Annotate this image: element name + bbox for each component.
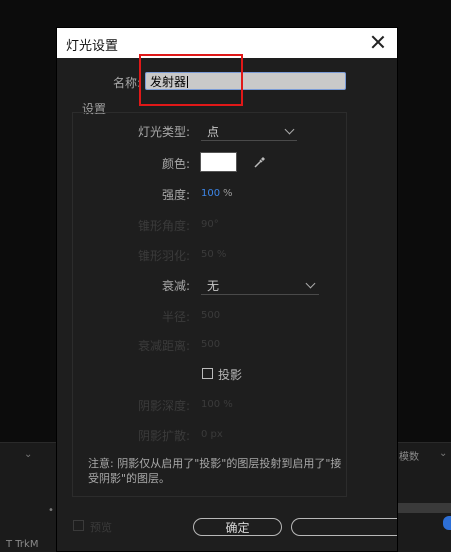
intensity-value[interactable]: 100 [201,188,220,199]
color-label: 颜色: [161,157,190,171]
light-settings-dialog: 灯光设置 名称: 发射器 设置 灯光类型: 点 颜色: 强度: 100 % 锥形… [57,28,397,551]
light-type-underline [201,140,297,141]
dialog-title: 灯光设置 [66,39,119,54]
text-caret [187,76,189,88]
background-bar [397,503,451,513]
name-input[interactable]: 发射器 [145,72,346,90]
preview-label[interactable]: 预览 [90,519,112,535]
intensity-unit: % [223,188,233,199]
shadow-darkness-value: 100 % [201,399,233,410]
falloff-underline [201,294,319,295]
shadow-diffusion-label: 阴影扩散: [137,429,190,443]
dot-icon: • [48,505,54,516]
preview-checkbox[interactable] [73,520,84,531]
cone-angle-label: 锥形角度: [137,219,190,233]
cone-feather-value: 50 % [201,249,227,260]
background-panel-right: 模数 ⌄ [397,442,451,552]
intensity-label: 强度: [161,188,190,202]
falloff-label: 衰减: [161,279,190,293]
eyedropper-icon[interactable] [253,155,267,169]
cast-shadow-label[interactable]: 投影 [218,366,242,383]
falloff-distance-value: 500 [201,339,221,350]
light-type-value: 点 [207,125,220,139]
cancel-button[interactable] [291,518,397,536]
dialog-titlebar: 灯光设置 [57,28,397,58]
shadow-note: 注意: 阴影仅从启用了"投影"的图层投射到启用了"接受阴影"的图层。 [88,457,342,485]
cone-angle-value: 90° [201,219,219,230]
cast-shadow-checkbox[interactable] [202,368,213,379]
background-blue-handle [443,516,451,530]
chevron-down-icon: ⌄ [439,448,448,459]
shadow-darkness-label: 阴影深度: [137,399,190,413]
radius-value: 500 [201,310,221,321]
shadow-diffusion-value: 0 px [201,429,223,440]
name-label: 名称: [113,76,142,90]
falloff-distance-label: 衰减距离: [137,339,190,353]
background-right-text: 模数 [399,452,419,463]
ok-button[interactable]: 确定 [193,518,282,536]
light-type-label: 灯光类型: [137,125,190,139]
chevron-down-icon: ⌄ [24,449,33,460]
background-left-text: T TrkM [6,539,39,550]
name-value: 发射器 [150,75,187,89]
falloff-value: 无 [207,279,220,293]
radius-label: 半径: [161,310,190,324]
color-swatch[interactable] [200,152,237,172]
cone-feather-label: 锥形羽化: [137,249,190,263]
background-panel-left: ⌄ T TrkM • [0,442,60,552]
close-icon[interactable] [368,32,388,52]
